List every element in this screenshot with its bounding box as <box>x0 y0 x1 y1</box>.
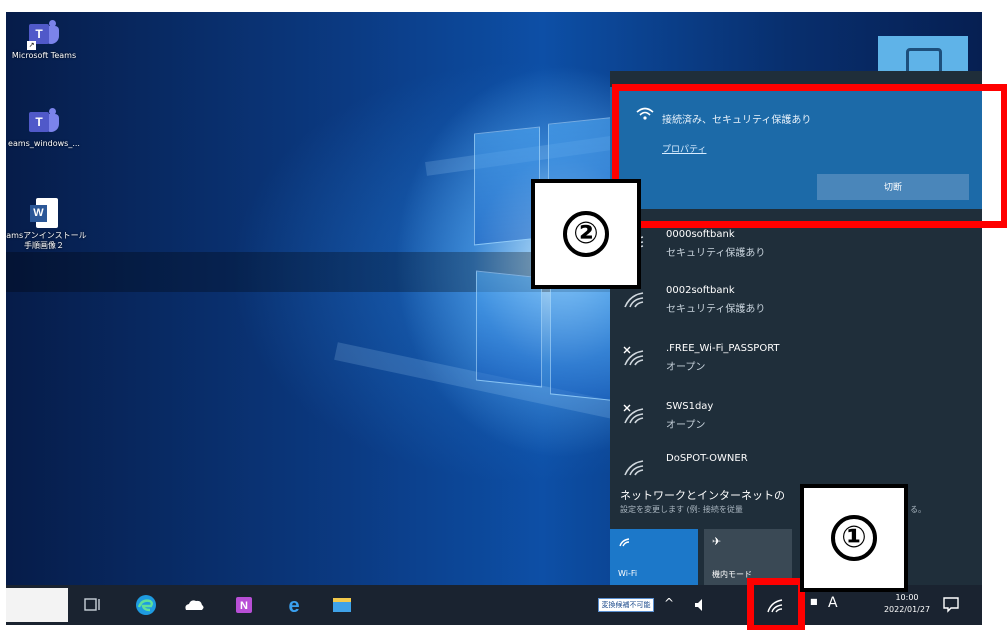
task-view-icon[interactable] <box>80 593 104 617</box>
network-settings-subtitle: 設定を変更します (例: 接続を従量 <box>620 505 743 514</box>
ime-mode-indicator[interactable]: A <box>828 595 838 611</box>
network-security: セキュリティ保護あり <box>666 304 766 315</box>
quick-action-label: Wi-Fi <box>618 569 638 578</box>
wifi-secured-icon <box>624 460 644 476</box>
network-item[interactable]: SWS1day オープン <box>610 389 982 445</box>
speaker-icon[interactable] <box>692 596 710 614</box>
wifi-open-icon <box>623 404 644 424</box>
annotation-highlight-connected <box>612 84 1007 228</box>
clock-date: 2022/01/27 <box>883 605 931 614</box>
network-item[interactable]: DoSPOT-OWNER <box>610 441 982 479</box>
network-ssid: SWS1day <box>666 401 714 412</box>
network-item[interactable]: .FREE_Wi-Fi_PASSPORT オープン <box>610 331 982 387</box>
network-settings-subtitle-tail: る。 <box>910 505 926 514</box>
network-security: セキュリティ保護あり <box>666 248 766 259</box>
battery-icon[interactable]: ■ <box>810 597 818 606</box>
network-ssid: .FREE_Wi-Fi_PASSPORT <box>666 343 780 354</box>
onenote-icon[interactable]: N <box>232 593 256 617</box>
ime-status-badge: 変換候補不可能 <box>598 598 654 612</box>
desktop-icon-word-doc[interactable]: W eamsアンインストール 手順画像２ <box>6 198 94 251</box>
chevron-up-icon[interactable]: ^ <box>664 596 674 610</box>
teams-icon: T ↗ <box>27 20 59 50</box>
onedrive-icon[interactable] <box>182 593 206 617</box>
airplane-icon: ✈ <box>712 535 722 548</box>
network-security: オープン <box>666 420 706 431</box>
quick-action-wifi[interactable]: Wi-Fi <box>610 529 698 585</box>
wifi-secured-icon <box>624 292 644 308</box>
desktop-icon-teams[interactable]: T ↗ Microsoft Teams <box>6 20 94 61</box>
network-security: オープン <box>666 362 706 373</box>
word-doc-icon: W <box>30 198 58 228</box>
taskbar-search-box[interactable] <box>6 588 68 622</box>
svg-text:e: e <box>288 595 299 617</box>
file-explorer-icon[interactable] <box>330 593 354 617</box>
step-1-number: ① <box>831 515 877 561</box>
annotation-step-2: ② <box>531 179 641 289</box>
edge-browser-icon[interactable] <box>134 593 158 617</box>
network-settings-link[interactable]: ネットワークとインターネットの 設定を変更します (例: 接続を従量 る。 <box>610 479 982 529</box>
network-ssid: 0002softbank <box>666 285 735 296</box>
wifi-icon <box>619 538 630 547</box>
quick-action-airplane[interactable]: ✈ 機内モード <box>704 529 792 585</box>
clock-time: 10:00 <box>895 593 919 602</box>
annotation-step-1: ① <box>800 484 908 592</box>
network-item[interactable]: 0002softbank セキュリティ保護あり <box>610 273 982 329</box>
taskbar-clock[interactable]: 10:00 2022/01/27 <box>882 592 932 616</box>
desktop-icon-label: Microsoft Teams <box>11 51 77 60</box>
desktop-icon-label: eams_windows_... <box>8 139 80 148</box>
annotation-highlight-network-icon <box>747 578 805 630</box>
svg-text:N: N <box>240 600 248 612</box>
desktop-icon-teams-windows[interactable]: T eams_windows_... <box>6 108 94 149</box>
wifi-open-icon <box>623 346 644 366</box>
teams-icon: T <box>29 108 59 136</box>
network-settings-title: ネットワークとインターネットの <box>620 489 785 502</box>
network-ssid: 0000softbank <box>666 229 735 240</box>
step-2-number: ② <box>563 211 609 257</box>
network-ssid: DoSPOT-OWNER <box>666 453 748 464</box>
quick-action-label: 機内モード <box>712 570 752 579</box>
action-center-icon[interactable] <box>942 595 960 613</box>
internet-explorer-icon[interactable]: e <box>282 593 306 617</box>
desktop-icon-label: eamsアンインストール 手順画像２ <box>6 231 87 250</box>
